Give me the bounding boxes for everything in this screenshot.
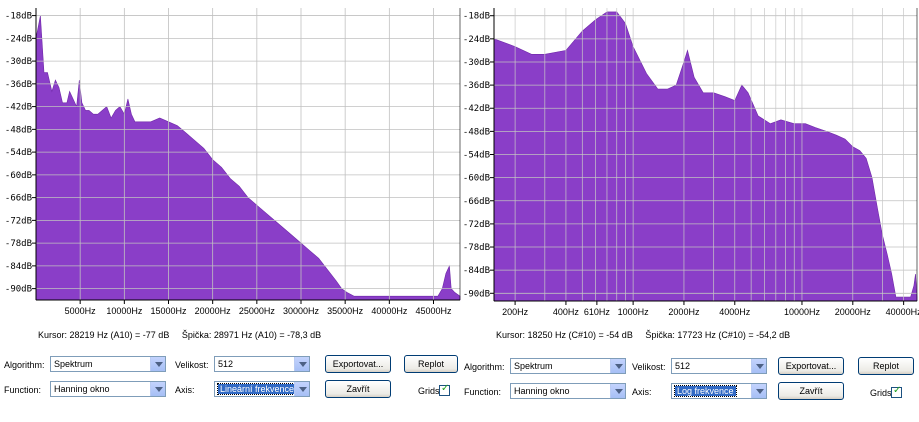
function-value: Hanning okno [54, 384, 110, 394]
left-ytick-label-9: -72dB [5, 216, 32, 226]
left-ytick-label-7: -60dB [5, 171, 32, 181]
function-label: Function: [4, 385, 42, 395]
right-xtick-label-0: 200Hz [502, 307, 529, 317]
algorithm-select[interactable]: Spektrum [510, 358, 626, 374]
size-label: Velikost: [175, 360, 209, 370]
right-ytick-label-5: -48dB [463, 127, 490, 137]
left-xtick-label-2: 15000Hz [150, 306, 187, 316]
right-xtick-label-2: 610Hz [584, 307, 611, 317]
status-bar-left: Kursor: 28219 Hz (A10) = -77 dB Špička: … [38, 330, 331, 340]
left-ytick-label-11: -84dB [5, 262, 32, 272]
chevron-down-icon[interactable] [610, 359, 625, 373]
left-ytick-label-6: -54dB [5, 148, 32, 158]
axis-value: Log frekvence [674, 385, 737, 397]
algorithm-label: Algorithm: [464, 362, 505, 372]
axis-label: Axis: [175, 385, 195, 395]
right-ytick-label-9: -72dB [463, 220, 490, 230]
algorithm-value: Spektrum [54, 359, 93, 369]
grids-label: Grids [418, 386, 440, 396]
left-ytick-label-2: -30dB [5, 57, 32, 67]
size-value: 512 [675, 361, 691, 371]
chevron-down-icon[interactable] [751, 384, 766, 398]
left-xtick-label-5: 30000Hz [283, 306, 320, 316]
algorithm-select[interactable]: Spektrum [50, 356, 166, 372]
close-button[interactable]: Zavřít [778, 382, 844, 400]
right-xtick-label-3: 1000Hz [618, 307, 650, 317]
close-button[interactable]: Zavřít [325, 380, 391, 398]
right-ytick-label-0: -18dB [463, 12, 490, 22]
right-ytick-label-7: -60dB [463, 174, 490, 184]
right-ytick-label-10: -78dB [463, 243, 490, 253]
right-ytick-label-3: -36dB [463, 81, 490, 91]
axis-select[interactable]: Log frekvence [671, 383, 767, 399]
spectrum-panel-left: -18dB -24dB -30dB -36dB -42dB -48dB -54dB -60dB… [0, 0, 461, 422]
axis-label: Axis: [632, 387, 652, 397]
spectrum-plot-left[interactable]: -18dB -24dB -30dB -36dB -42dB -48dB -54dB -60dB… [0, 0, 461, 322]
function-label: Function: [464, 387, 502, 397]
size-value: 512 [218, 359, 234, 369]
chevron-down-icon[interactable] [751, 359, 766, 373]
right-ytick-label-11: -84dB [463, 266, 490, 276]
spectrum-plot-right[interactable]: -18dB -24dB -30dB -36dB -42dB -48dB -54dB -60dB… [460, 0, 919, 322]
left-ytick-label-0: -18dB [5, 12, 32, 22]
chevron-down-icon[interactable] [150, 357, 165, 371]
function-value: Hanning okno [514, 386, 570, 396]
left-xtick-label-7: 40000Hz [371, 306, 408, 316]
left-ytick-label-5: -48dB [5, 125, 32, 135]
grids-label: Grids [870, 388, 892, 398]
grids-checkbox[interactable] [891, 385, 902, 398]
left-ytick-label-10: -78dB [5, 239, 32, 249]
right-ytick-label-6: -54dB [463, 151, 490, 161]
chevron-down-icon[interactable] [294, 357, 309, 371]
right-xtick-label-8: 40000Hz [886, 307, 919, 317]
right-ytick-label-2: -30dB [463, 58, 490, 68]
chevron-down-icon[interactable] [150, 382, 165, 396]
axis-select[interactable]: Lineární frekvence [214, 381, 310, 397]
function-select[interactable]: Hanning okno [50, 381, 166, 397]
right-xtick-label-7: 20000Hz [835, 307, 872, 317]
replot-button[interactable]: Replot [404, 355, 458, 373]
size-select[interactable]: 512 [671, 358, 767, 374]
left-ytick-label-12: -90dB [5, 285, 32, 295]
algorithm-label: Algorithm: [4, 360, 45, 370]
size-select[interactable]: 512 [214, 356, 310, 372]
export-button[interactable]: Exportovat... [325, 355, 391, 373]
left-xtick-label-4: 25000Hz [239, 306, 276, 316]
algorithm-value: Spektrum [514, 361, 553, 371]
function-select[interactable]: Hanning okno [510, 383, 626, 399]
grids-checkbox[interactable] [439, 383, 450, 396]
left-xtick-label-3: 20000Hz [195, 306, 232, 316]
chevron-down-icon[interactable] [294, 382, 309, 396]
right-xtick-label-4: 2000Hz [668, 307, 700, 317]
cursor-readout: Kursor: 28219 Hz (A10) = -77 dB [38, 330, 170, 340]
right-xtick-label-6: 10000Hz [784, 307, 821, 317]
export-button[interactable]: Exportovat... [778, 357, 844, 375]
left-xtick-label-0: 5000Hz [65, 306, 97, 316]
cursor-readout: Kursor: 18250 Hz (C#10) = -54 dB [496, 330, 633, 340]
replot-button[interactable]: Replot [858, 357, 914, 375]
size-label: Velikost: [632, 362, 666, 372]
left-xtick-label-1: 10000Hz [106, 306, 143, 316]
left-ytick-label-4: -42dB [5, 103, 32, 113]
status-bar-right: Kursor: 18250 Hz (C#10) = -54 dB Špička:… [496, 330, 800, 340]
peak-readout: Špička: 28971 Hz (A10) = -78,3 dB [181, 330, 322, 340]
peak-readout: Špička: 17723 Hz (C#10) = -54,2 dB [645, 330, 791, 340]
left-ytick-label-8: -66dB [5, 194, 32, 204]
left-ytick-label-1: -24dB [5, 34, 32, 44]
right-ytick-label-12: -90dB [463, 289, 490, 299]
left-ytick-label-3: -36dB [5, 80, 32, 90]
right-ytick-label-4: -42dB [463, 104, 490, 114]
right-ytick-label-1: -24dB [463, 35, 490, 45]
axis-value: Lineární frekvence [216, 383, 298, 395]
spectrum-panel-right: -18dB -24dB -30dB -36dB -42dB -48dB -54dB -60dB… [460, 0, 919, 422]
left-xtick-label-8: 45000Hz [415, 306, 452, 316]
right-xtick-label-5: 4000Hz [719, 307, 751, 317]
chevron-down-icon[interactable] [610, 384, 625, 398]
left-xtick-label-6: 35000Hz [327, 306, 364, 316]
right-xtick-label-1: 400Hz [553, 307, 580, 317]
right-ytick-label-8: -66dB [463, 197, 490, 207]
